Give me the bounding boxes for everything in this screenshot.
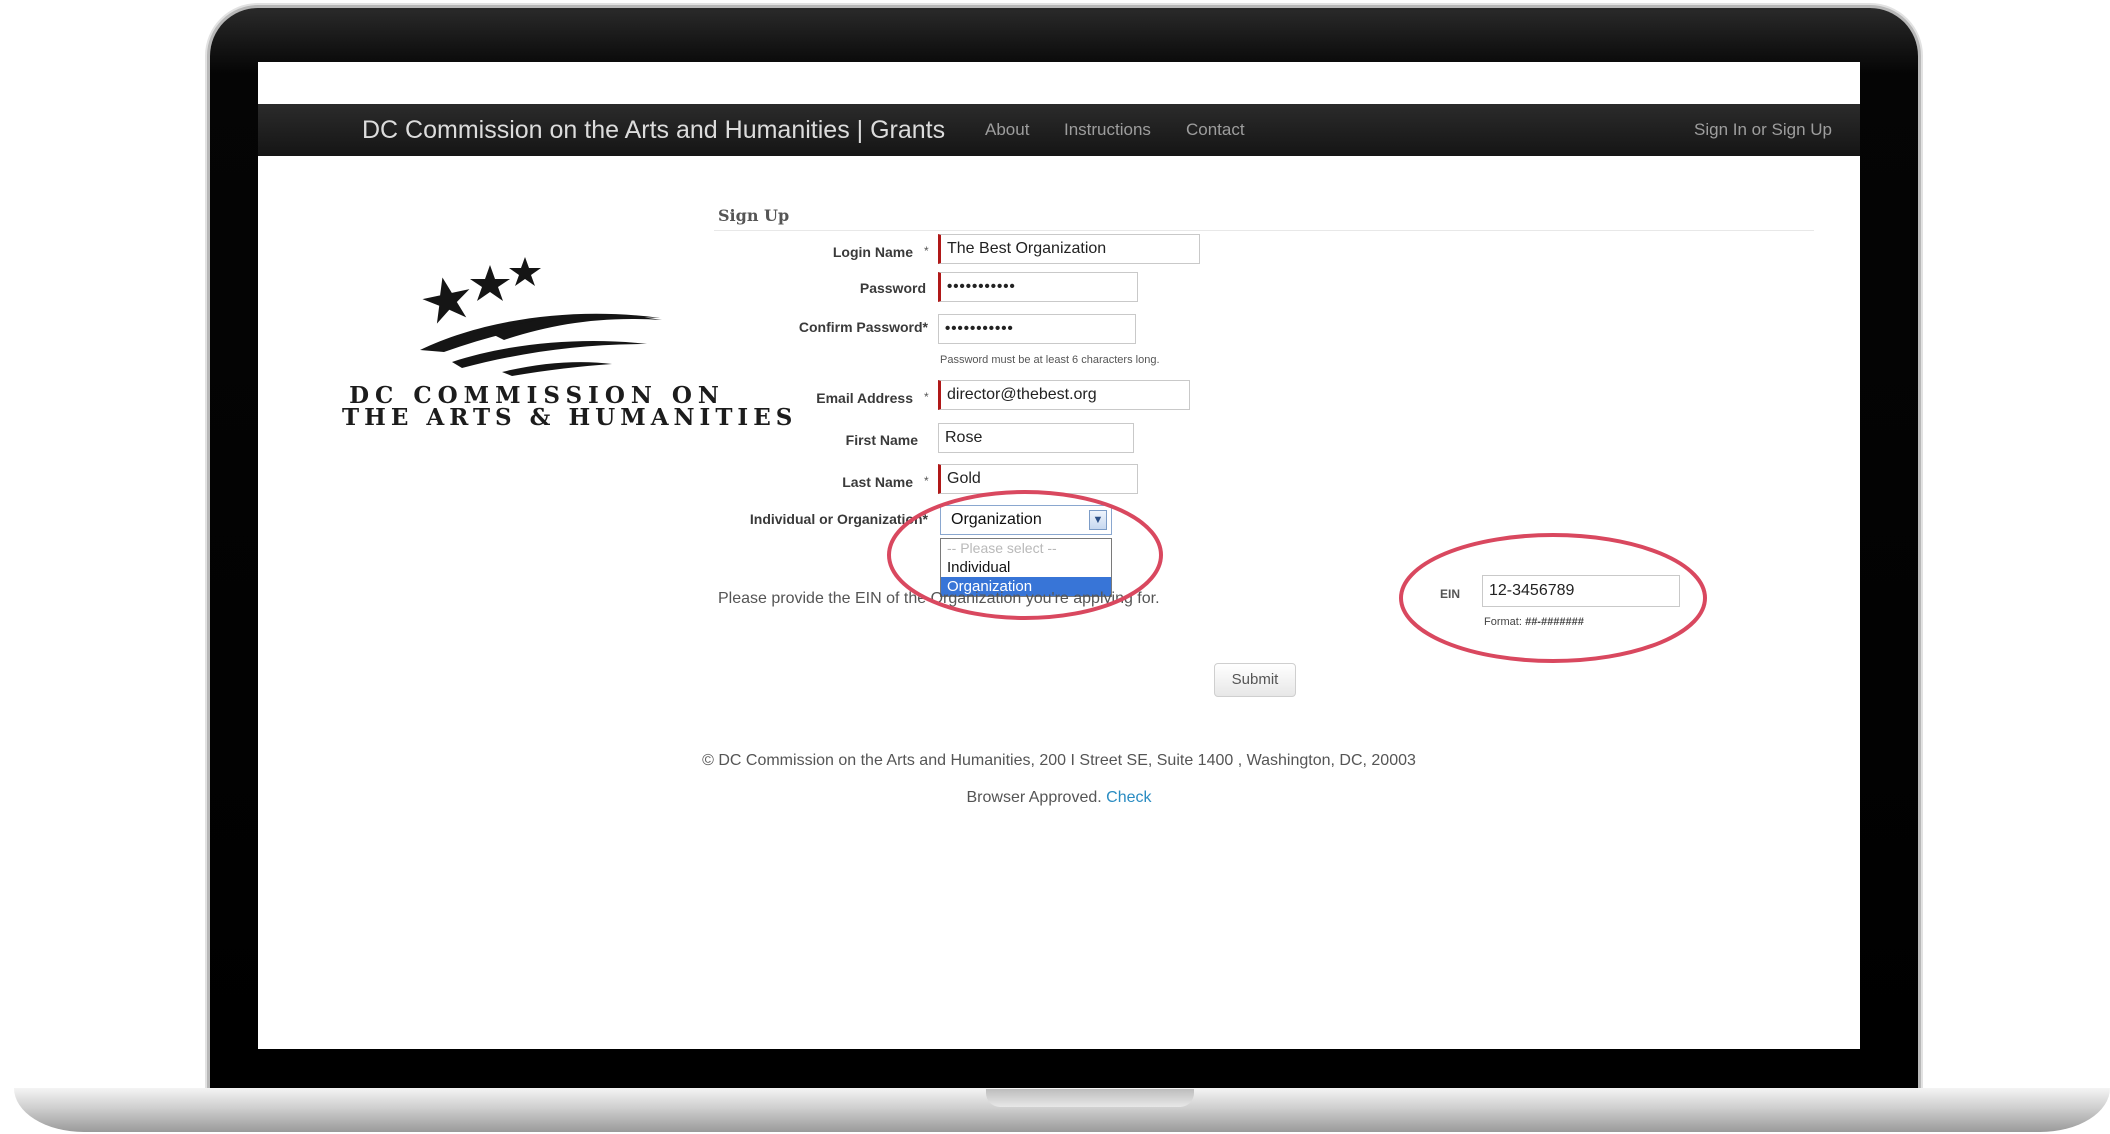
email-required: *	[924, 390, 929, 404]
submit-button[interactable]: Submit	[1214, 663, 1296, 697]
email-label: Email Address	[816, 390, 913, 406]
nav-sign-in[interactable]: Sign In or Sign Up	[1694, 104, 1832, 156]
first-name-label: First Name	[845, 432, 918, 448]
login-name-input[interactable]: The Best Organization	[938, 234, 1200, 264]
ein-format-hint: Format: ##-#######	[1484, 616, 1584, 628]
ein-input[interactable]: 12-3456789	[1482, 575, 1680, 607]
form-divider	[714, 230, 1814, 231]
ein-instructions: Please provide the EIN of the Organizati…	[718, 590, 1160, 607]
nav-instructions[interactable]: Instructions	[1064, 104, 1151, 156]
login-name-label: Login Name	[832, 244, 913, 260]
brand-title[interactable]: DC Commission on the Arts and Humanities…	[362, 104, 945, 156]
ein-format-label: Format:	[1484, 616, 1522, 628]
type-option-individual[interactable]: Individual	[941, 558, 1111, 577]
logo-text-line2: THE ARTS & HUMANITIES	[342, 404, 798, 431]
browser-screen: DC Commission on the Arts and Humanities…	[258, 62, 1860, 1049]
chevron-down-icon[interactable]: ▼	[1089, 510, 1107, 530]
login-name-required: *	[924, 244, 929, 258]
email-input[interactable]: director@thebest.org	[938, 380, 1190, 410]
last-name-input[interactable]: Gold	[938, 464, 1138, 494]
confirm-password-input[interactable]: •••••••••••	[938, 314, 1136, 344]
last-name-label: Last Name	[842, 474, 913, 490]
ein-label: EIN	[1440, 587, 1461, 601]
password-hint: Password must be at least 6 characters l…	[940, 354, 1160, 366]
password-label: Password	[859, 280, 926, 296]
nav-contact[interactable]: Contact	[1186, 104, 1245, 156]
first-name-input[interactable]: Rose	[938, 423, 1134, 453]
type-label: Individual or Organization*	[749, 511, 928, 527]
confirm-password-label: Confirm Password*	[798, 319, 928, 335]
footer-address: © DC Commission on the Arts and Humaniti…	[702, 752, 1416, 769]
type-option-placeholder[interactable]: -- Please select --	[941, 539, 1111, 558]
top-navbar: DC Commission on the Arts and Humanities…	[258, 104, 1860, 156]
browser-approved-text: Browser Approved.	[966, 789, 1102, 806]
ein-format-value: ##-#######	[1524, 616, 1584, 628]
browser-check-link[interactable]: Check	[1106, 789, 1151, 806]
password-input[interactable]: •••••••••••	[938, 272, 1138, 302]
type-select[interactable]: Organization ▼	[940, 505, 1112, 535]
laptop-notch	[986, 1089, 1194, 1107]
nav-about[interactable]: About	[985, 104, 1029, 156]
type-dropdown-list: -- Please select -- Individual Organizat…	[940, 538, 1112, 597]
type-select-value: Organization	[951, 511, 1042, 528]
footer-browser: Browser Approved. Check	[258, 789, 1860, 807]
form-title: Sign Up	[718, 206, 790, 225]
last-name-required: *	[924, 474, 929, 488]
